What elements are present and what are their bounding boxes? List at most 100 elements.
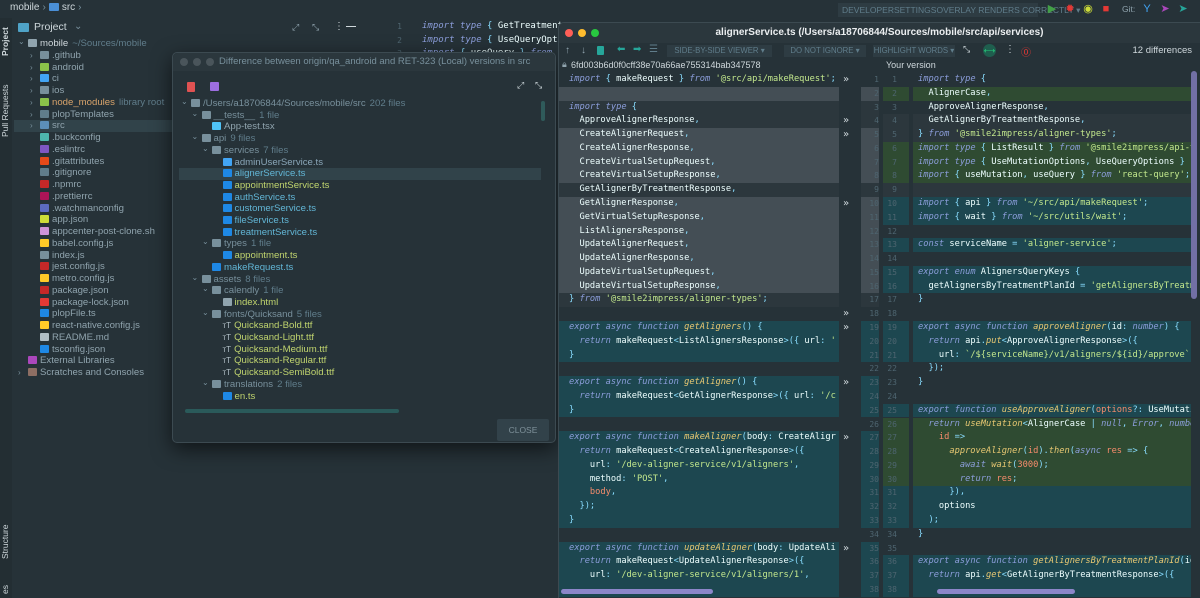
compare-icon[interactable] — [187, 82, 195, 92]
favorites-tool-tab[interactable]: es — [0, 583, 12, 597]
zoom-window-button[interactable] — [206, 58, 214, 66]
stop-icon[interactable]: ■ — [1100, 3, 1112, 15]
tree-item[interactable]: appointment.ts — [179, 250, 541, 262]
tree-item[interactable]: App-test.tsx — [179, 121, 541, 133]
tree-item[interactable]: ⌄ /Users/a18706844/Sources/mobile/src 202 … — [179, 96, 541, 110]
chevron-right-icon[interactable]: › — [30, 97, 38, 109]
right-code-pane[interactable]: import type { AlignerCase, ApproveAligne… — [913, 71, 1191, 598]
chevron-down-icon[interactable]: ⌄ — [74, 21, 82, 32]
previous-difference-icon[interactable]: ↑ — [565, 45, 570, 56]
help-icon[interactable]: ⓪ — [1021, 44, 1031, 59]
next-file-icon[interactable]: ➡ — [633, 44, 641, 55]
highlight-select[interactable]: HIGHLIGHT WORDS ▾ — [873, 45, 955, 57]
close-button[interactable]: CLOSE — [497, 419, 549, 441]
next-difference-icon[interactable]: ↓ — [581, 45, 586, 56]
tree-item[interactable]: ᴛT Quicksand-Bold.ttf — [179, 320, 541, 332]
profile-icon[interactable]: ◉ — [1082, 3, 1094, 15]
structure-tool-tab[interactable]: Structure — [0, 518, 12, 566]
chevron-down-icon[interactable]: ⌄ — [18, 36, 26, 48]
vertical-scrollbar[interactable] — [541, 101, 545, 121]
apply-change-icon[interactable]: » — [843, 542, 849, 556]
left-horizontal-scrollbar[interactable] — [561, 589, 713, 594]
ignore-whitespace-select[interactable]: DO NOT IGNORE ▾ — [784, 45, 866, 57]
chevron-down-icon[interactable]: ⌄ — [192, 108, 200, 120]
project-tool-tab[interactable]: Project — [0, 22, 12, 62]
minimize-window-button[interactable] — [193, 58, 201, 66]
previous-file-icon[interactable]: ⬅ — [617, 44, 625, 55]
chevron-right-icon[interactable]: › — [30, 120, 38, 132]
chevron-right-icon[interactable]: › — [30, 73, 38, 85]
tree-item[interactable]: authService.ts — [179, 192, 541, 204]
tree-item[interactable]: ⌄ fonts/Quicksand 5 files — [179, 307, 541, 321]
tree-item[interactable]: adminUserService.ts — [179, 157, 541, 169]
expand-all-icon[interactable]: ⤢ — [517, 80, 524, 91]
tree-item[interactable]: fileService.ts — [179, 215, 541, 227]
tree-item[interactable]: alignerService.ts — [179, 168, 541, 181]
git-push-icon[interactable]: ➤ — [1159, 3, 1171, 15]
project-view-selector[interactable]: Project — [34, 21, 67, 33]
settings-menu-icon[interactable]: ⋮ — [1005, 44, 1015, 55]
pull-requests-tool-tab[interactable]: Pull Requests — [0, 76, 12, 146]
apply-change-icon[interactable]: » — [843, 114, 849, 128]
file-list-icon[interactable]: ☰ — [649, 44, 658, 55]
tree-item[interactable]: ⌄ services 7 files — [179, 143, 541, 157]
tree-item[interactable]: ⌄ mobile ~/Sources/mobile — [14, 36, 390, 50]
tree-item[interactable]: ⌄ assets 8 files — [179, 272, 541, 286]
options-menu-icon[interactable]: ⋮ — [334, 21, 344, 32]
collapse-all-icon[interactable]: ⤡ — [312, 22, 319, 33]
apply-change-icon[interactable]: » — [843, 197, 849, 211]
apply-change-icon[interactable]: » — [843, 376, 849, 390]
chevron-right-icon[interactable]: › — [30, 85, 38, 97]
sync-scroll-icon[interactable]: ⟷ — [983, 44, 996, 57]
hide-panel-icon[interactable]: — — [346, 21, 356, 32]
apply-change-icon[interactable]: » — [843, 128, 849, 142]
tree-item[interactable]: ᴛT Quicksand-Light.ttf — [179, 332, 541, 344]
chevron-down-icon[interactable]: ⌄ — [181, 96, 189, 108]
tree-item[interactable]: ⌄ translations 2 files — [179, 377, 541, 391]
chevron-right-icon[interactable]: › — [30, 109, 38, 121]
tree-item[interactable]: ⌄ api 9 files — [179, 131, 541, 145]
left-code-pane[interactable]: import { makeRequest } from '@src/api/ma… — [559, 71, 839, 598]
tree-item[interactable]: ⌄ calendly 1 file — [179, 283, 541, 297]
breadcrumb-src[interactable]: src — [62, 2, 75, 13]
group-by-icon[interactable] — [210, 82, 219, 91]
apply-change-icon[interactable]: » — [843, 307, 849, 321]
chevron-down-icon[interactable]: ⌄ — [202, 377, 210, 389]
chevron-down-icon[interactable]: ⌄ — [192, 131, 200, 143]
git-update-icon[interactable]: Y — [1141, 3, 1153, 15]
apply-change-icon[interactable]: » — [843, 73, 849, 87]
tree-item[interactable]: treatmentService.ts — [179, 227, 541, 239]
expand-all-icon[interactable]: ⤢ — [292, 22, 299, 33]
tree-item[interactable]: ᴛT Quicksand-Medium.ttf — [179, 344, 541, 356]
tree-item[interactable]: makeRequest.ts — [179, 262, 541, 274]
run-icon[interactable]: ▶ — [1046, 3, 1058, 15]
run-configuration-select[interactable]: DEVELOPERSETTINGSOVERLAY RENDERS CORRECT… — [838, 3, 1080, 17]
horizontal-scrollbar[interactable] — [185, 409, 399, 413]
chevron-down-icon[interactable]: ⌄ — [202, 283, 210, 295]
chevron-right-icon[interactable]: › — [30, 50, 38, 62]
right-horizontal-scrollbar[interactable] — [937, 589, 1075, 594]
jump-to-source-icon[interactable] — [597, 46, 604, 55]
vertical-scrollbar[interactable] — [1191, 71, 1197, 299]
chevron-down-icon[interactable]: ⌄ — [202, 307, 210, 319]
tree-item[interactable]: ᴛT Quicksand-Regular.ttf — [179, 355, 541, 367]
collapse-unchanged-icon[interactable]: ⤡ — [963, 44, 970, 55]
tree-item[interactable]: en.ts — [179, 391, 541, 403]
chevron-down-icon[interactable]: ⌄ — [202, 143, 210, 155]
apply-change-icon[interactable]: » — [843, 431, 849, 445]
apply-change-icon[interactable]: » — [843, 321, 849, 335]
collapse-all-icon[interactable]: ⤡ — [535, 80, 542, 91]
tree-item[interactable]: ᴛT Quicksand-SemiBold.ttf — [179, 367, 541, 379]
close-window-button[interactable] — [180, 58, 188, 66]
debug-icon[interactable]: ✹ — [1064, 3, 1076, 15]
tree-item[interactable]: ⌄ __tests__ 1 file — [179, 108, 541, 122]
chevron-right-icon[interactable]: › — [30, 62, 38, 74]
viewer-select[interactable]: SIDE-BY-SIDE VIEWER ▾ — [667, 45, 772, 57]
breadcrumb-mobile[interactable]: mobile — [10, 2, 39, 13]
tree-item[interactable]: index.html — [179, 297, 541, 309]
git-commit-icon[interactable]: ➤ — [1177, 3, 1189, 15]
tree-item[interactable]: appointmentService.ts — [179, 180, 541, 192]
chevron-down-icon[interactable]: ⌄ — [202, 236, 210, 248]
chevron-down-icon[interactable]: ⌄ — [192, 272, 200, 284]
tree-item[interactable]: ⌄ types 1 file — [179, 236, 541, 250]
